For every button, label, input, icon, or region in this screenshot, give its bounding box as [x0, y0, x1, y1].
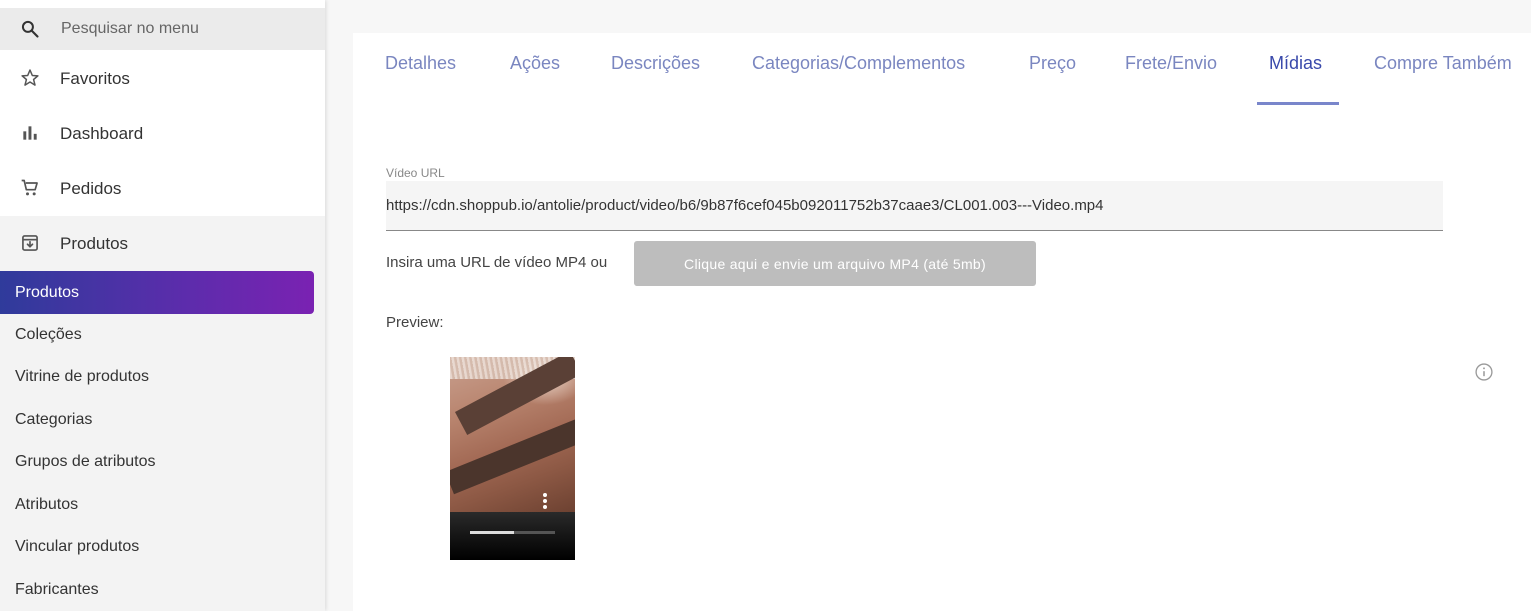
submenu-item-categorias[interactable]: Categorias	[0, 399, 325, 441]
sidebar: Favoritos Dashboard Pedidos Produtos Pro…	[0, 0, 325, 611]
tab-detalhes[interactable]: Detalhes	[385, 53, 456, 74]
search-icon	[21, 20, 39, 38]
tab-descricoes[interactable]: Descrições	[611, 53, 700, 74]
submenu-item-vitrine[interactable]: Vitrine de produtos	[0, 356, 325, 398]
sidebar-item-pedidos[interactable]: Pedidos	[0, 161, 325, 216]
video-url-hint: Insira uma URL de vídeo MP4 ou	[386, 254, 608, 271]
video-progress-fill	[470, 531, 515, 534]
upload-mp4-button[interactable]: Clique aqui e envie um arquivo MP4 (até …	[634, 241, 1036, 286]
menu-search-input[interactable]	[61, 18, 311, 40]
tab-midias[interactable]: Mídias	[1269, 53, 1322, 74]
submenu-item-produtos[interactable]: Produtos	[0, 271, 314, 314]
star-icon	[21, 69, 39, 86]
submenu-item-atributos[interactable]: Atributos	[0, 484, 325, 526]
submenu-item-fabricantes[interactable]: Fabricantes	[0, 569, 325, 611]
sidebar-item-favoritos[interactable]: Favoritos	[0, 51, 325, 106]
tab-compre-tambem[interactable]: Compre Também	[1374, 53, 1512, 74]
tab-acoes[interactable]: Ações	[510, 53, 560, 74]
tab-categorias-complementos[interactable]: Categorias/Complementos	[752, 53, 965, 74]
archive-icon	[22, 235, 38, 251]
submenu-item-vincular[interactable]: Vincular produtos	[0, 526, 325, 568]
products-submenu: Produtos Coleções Vitrine de produtos Ca…	[0, 271, 325, 611]
bar-chart-icon	[23, 126, 37, 140]
product-tabs: Detalhes Ações Descrições Categorias/Com…	[353, 33, 1531, 105]
video-url-field	[386, 181, 1443, 231]
tab-frete-envio[interactable]: Frete/Envio	[1125, 53, 1217, 74]
video-preview[interactable]	[450, 357, 575, 560]
preview-label: Preview:	[386, 314, 444, 331]
sidebar-item-produtos[interactable]: Produtos	[0, 216, 325, 271]
more-vertical-icon[interactable]	[542, 492, 548, 510]
cart-icon	[21, 179, 38, 196]
info-icon[interactable]	[1474, 362, 1494, 382]
video-url-input[interactable]	[386, 195, 1436, 215]
video-controls	[450, 512, 575, 560]
submenu-item-grupos-atributos[interactable]: Grupos de atributos	[0, 441, 325, 483]
video-progress-bar[interactable]	[470, 531, 555, 534]
sidebar-item-dashboard[interactable]: Dashboard	[0, 106, 325, 161]
submenu-item-colecoes[interactable]: Coleções	[0, 314, 325, 356]
sidebar-item-label: Favoritos	[60, 68, 130, 88]
video-url-label: Vídeo URL	[386, 166, 445, 180]
sidebar-item-label: Pedidos	[60, 178, 122, 198]
product-edit-card: Detalhes Ações Descrições Categorias/Com…	[353, 33, 1531, 611]
sidebar-item-label: Produtos	[60, 233, 129, 253]
sidebar-item-label: Dashboard	[60, 123, 144, 143]
tab-preco[interactable]: Preço	[1029, 53, 1076, 74]
menu-search	[0, 8, 325, 50]
active-tab-indicator	[1257, 102, 1339, 105]
